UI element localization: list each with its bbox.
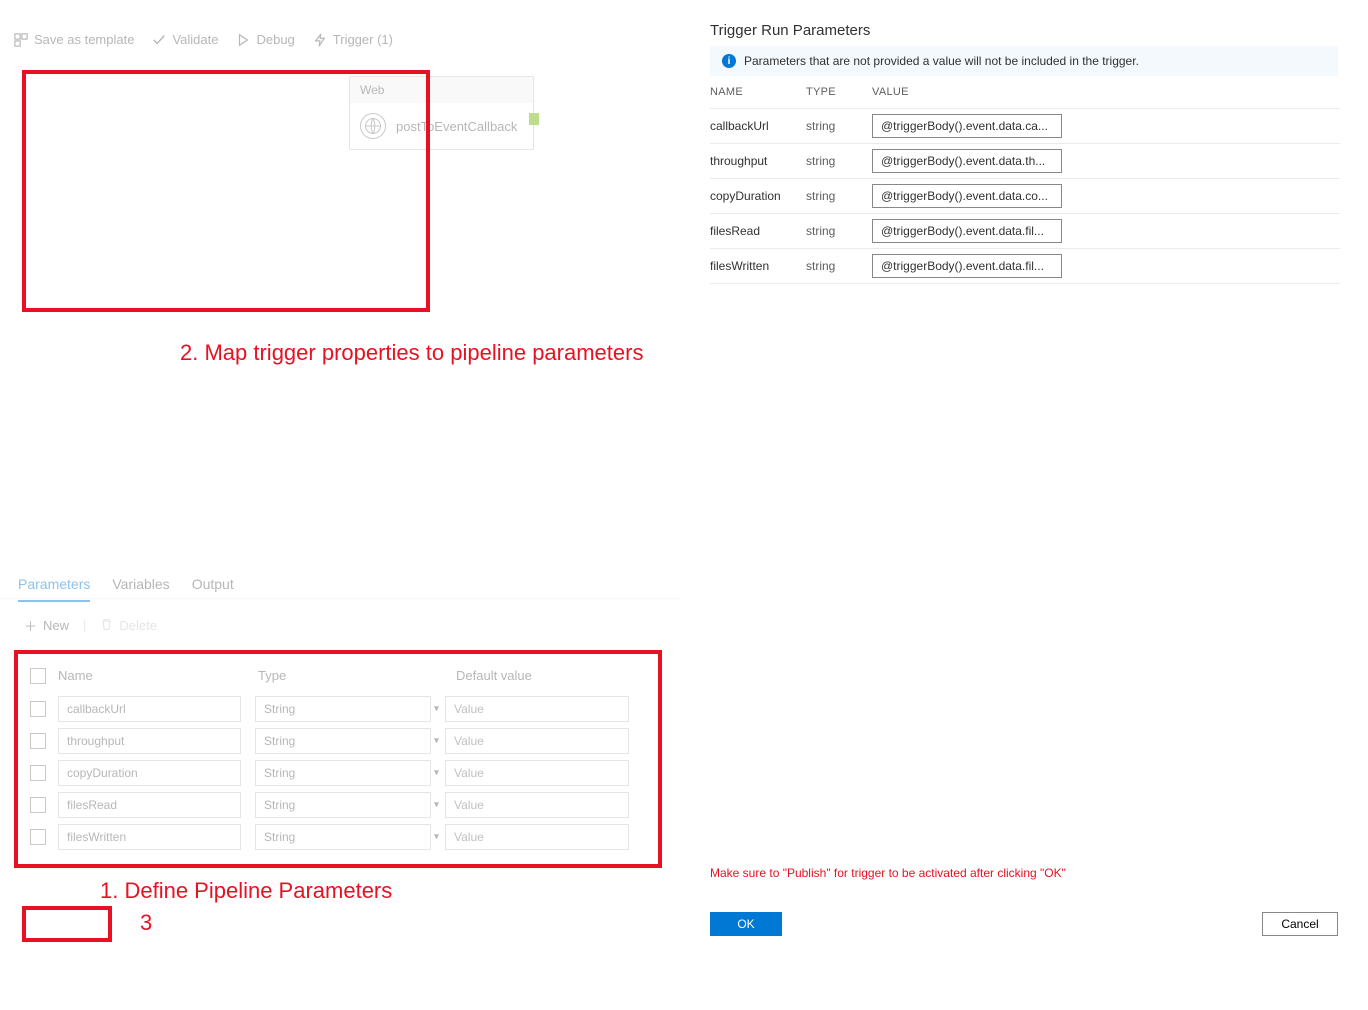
web-activity-node[interactable]: Web postToEventCallback <box>349 76 534 150</box>
trigger-param-row: throughputstring@triggerBody().event.dat… <box>710 144 1340 179</box>
trigger-label: Trigger (1) <box>333 32 393 47</box>
chevron-down-icon: ▾ <box>434 768 439 779</box>
param-type-select[interactable] <box>255 824 431 850</box>
param-type-select[interactable] <box>255 696 431 722</box>
param-default-input[interactable] <box>445 792 629 818</box>
col-header-type: Type <box>258 668 456 684</box>
info-text: Parameters that are not provided a value… <box>744 54 1139 68</box>
trig-param-type: string <box>806 224 872 238</box>
param-default-input[interactable] <box>445 824 629 850</box>
activity-name-label: postToEventCallback <box>396 119 517 134</box>
trig-param-type: string <box>806 119 872 133</box>
chevron-down-icon: ▾ <box>434 736 439 747</box>
trigger-param-row: callbackUrlstring@triggerBody().event.da… <box>710 109 1340 144</box>
trig-param-type: string <box>806 189 872 203</box>
row-checkbox[interactable] <box>30 797 46 813</box>
parameter-row: ▾ <box>30 760 644 786</box>
delete-label: Delete <box>119 618 157 633</box>
pipeline-toolbar: Save as template Validate Debug Trigger … <box>14 32 393 47</box>
annotation-text-3: 3 <box>140 910 152 936</box>
activity-output-handle[interactable] <box>529 113 539 125</box>
validate-label: Validate <box>172 32 218 47</box>
trigger-param-row: filesWrittenstring@triggerBody().event.d… <box>710 249 1340 284</box>
param-name-input[interactable] <box>58 792 241 818</box>
parameters-subbar: ＋ New | Delete <box>24 616 157 635</box>
th-name: NAME <box>710 86 806 98</box>
trig-param-name: throughput <box>710 154 806 168</box>
row-checkbox[interactable] <box>30 701 46 717</box>
select-all-checkbox[interactable] <box>30 668 46 684</box>
th-value: VALUE <box>872 86 1340 98</box>
globe-icon <box>360 113 386 139</box>
th-type: TYPE <box>806 86 872 98</box>
trig-param-name: filesRead <box>710 224 806 238</box>
publish-note: Make sure to "Publish" for trigger to be… <box>710 866 1066 880</box>
chevron-down-icon: ▾ <box>434 704 439 715</box>
save-as-template-button[interactable]: Save as template <box>14 32 134 47</box>
param-default-input[interactable] <box>445 696 629 722</box>
lightning-icon <box>313 33 327 47</box>
trigger-params-table: NAME TYPE VALUE callbackUrlstring@trigge… <box>710 80 1340 284</box>
ok-button[interactable]: OK <box>710 912 782 936</box>
param-name-input[interactable] <box>58 696 241 722</box>
debug-label: Debug <box>256 32 294 47</box>
play-icon <box>236 33 250 47</box>
trig-param-type: string <box>806 259 872 273</box>
annotation-text-2: 2. Map trigger properties to pipeline pa… <box>180 338 643 369</box>
row-checkbox[interactable] <box>30 829 46 845</box>
cancel-button[interactable]: Cancel <box>1262 912 1338 936</box>
param-type-select[interactable] <box>255 760 431 786</box>
param-name-input[interactable] <box>58 728 241 754</box>
check-icon <box>152 33 166 47</box>
template-icon <box>14 33 28 47</box>
param-name-input[interactable] <box>58 824 241 850</box>
trig-param-name: filesWritten <box>710 259 806 273</box>
trigger-button[interactable]: Trigger (1) <box>313 32 393 47</box>
panel-title: Trigger Run Parameters <box>710 22 870 39</box>
parameter-row: ▾ <box>30 728 644 754</box>
parameter-row: ▾ <box>30 824 644 850</box>
trig-param-value-input[interactable]: @triggerBody().event.data.ca... <box>872 114 1062 138</box>
new-label: New <box>43 618 69 633</box>
trig-param-name: copyDuration <box>710 189 806 203</box>
col-header-name: Name <box>58 668 258 684</box>
param-name-input[interactable] <box>58 760 241 786</box>
chevron-down-icon: ▾ <box>434 832 439 843</box>
trig-param-value-input[interactable]: @triggerBody().event.data.th... <box>872 149 1062 173</box>
annotation-text-1: 1. Define Pipeline Parameters <box>100 878 392 904</box>
chevron-down-icon: ▾ <box>434 800 439 811</box>
delete-parameter-button[interactable]: Delete <box>100 618 157 634</box>
row-checkbox[interactable] <box>30 733 46 749</box>
param-default-input[interactable] <box>445 728 629 754</box>
info-icon: i <box>722 54 736 68</box>
validate-button[interactable]: Validate <box>152 32 218 47</box>
trig-param-name: callbackUrl <box>710 119 806 133</box>
trig-param-value-input[interactable]: @triggerBody().event.data.fil... <box>872 219 1062 243</box>
trigger-param-row: copyDurationstring@triggerBody().event.d… <box>710 179 1340 214</box>
parameters-table: Name Type Default value ▾ ▾ ▾ ▾ ▾ <box>30 662 644 856</box>
parameter-row: ▾ <box>30 696 644 722</box>
row-checkbox[interactable] <box>30 765 46 781</box>
info-banner: i Parameters that are not provided a val… <box>710 46 1338 76</box>
save-template-label: Save as template <box>34 32 134 47</box>
trash-icon <box>100 618 113 634</box>
trigger-param-row: filesReadstring@triggerBody().event.data… <box>710 214 1340 249</box>
activity-type-label: Web <box>350 77 533 103</box>
param-type-select[interactable] <box>255 728 431 754</box>
plus-icon: ＋ <box>24 616 37 635</box>
trig-param-value-input[interactable]: @triggerBody().event.data.co... <box>872 184 1062 208</box>
param-type-select[interactable] <box>255 792 431 818</box>
param-default-input[interactable] <box>445 760 629 786</box>
col-header-default: Default value <box>456 668 644 684</box>
trig-param-type: string <box>806 154 872 168</box>
trig-param-value-input[interactable]: @triggerBody().event.data.fil... <box>872 254 1062 278</box>
debug-button[interactable]: Debug <box>236 32 294 47</box>
new-parameter-button[interactable]: ＋ New <box>24 616 69 635</box>
parameter-row: ▾ <box>30 792 644 818</box>
